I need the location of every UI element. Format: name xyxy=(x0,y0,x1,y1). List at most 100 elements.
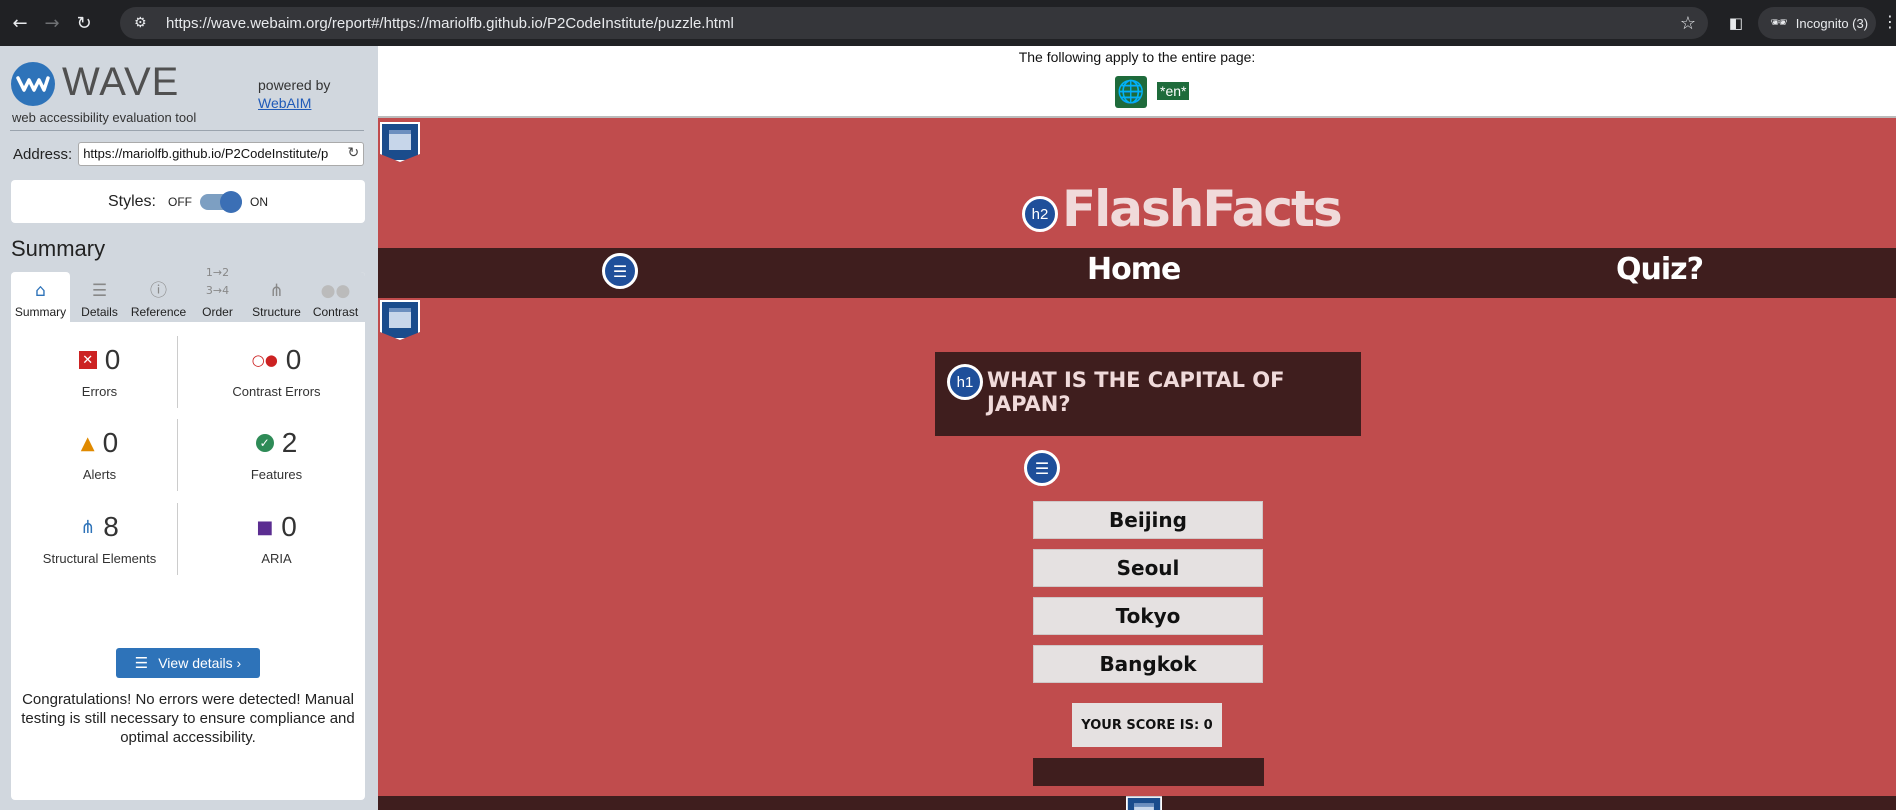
list-icon: ☰ xyxy=(91,281,108,301)
browser-menu-icon[interactable]: ⋮ xyxy=(1882,12,1896,31)
back-icon[interactable]: ← xyxy=(4,7,36,39)
tab-label: Details xyxy=(81,305,118,319)
order-icon: 1→2 3→4 xyxy=(205,266,230,297)
wave-sidebar: WAVE web accessibility evaluation tool p… xyxy=(0,46,378,810)
stat-label: Alerts xyxy=(82,467,117,482)
h1-badge-text: h1 xyxy=(956,373,974,391)
styles-toggle[interactable] xyxy=(200,190,242,213)
styles-label: Styles: xyxy=(107,192,156,210)
contrast-icon: ●● xyxy=(320,281,351,301)
incognito-label: Incognito (3) xyxy=(1795,15,1869,31)
stat-aria[interactable]: ■ 0 ARIA xyxy=(188,509,365,566)
tab-label: Summary xyxy=(14,305,67,319)
view-details-button[interactable]: ☰ View details › xyxy=(116,648,260,678)
summary-panel: ⌂ Summary ☰ Details ⓘ Reference 1→2 3→4 O… xyxy=(11,266,365,800)
styles-toggle-card: Styles: OFF ON xyxy=(11,180,365,223)
view-details-label: View details › xyxy=(158,655,242,671)
answer-button[interactable]: Tokyo xyxy=(1033,597,1263,635)
header-divider xyxy=(10,130,364,131)
nav-quiz-link[interactable]: Quiz? xyxy=(1616,252,1704,287)
address-label: Address: xyxy=(13,145,73,163)
tab-summary[interactable]: ⌂ Summary xyxy=(11,272,70,322)
main-region-icon[interactable] xyxy=(380,300,420,342)
powered-by: powered by WebAIM xyxy=(258,76,330,112)
forward-icon[interactable]: → xyxy=(36,7,68,39)
stat-errors[interactable]: ✕ 0 Errors xyxy=(11,342,188,399)
powered-by-text: powered by xyxy=(258,77,331,93)
structure-icon: ⋔ xyxy=(269,281,284,301)
stat-label: Structural Elements xyxy=(42,551,157,566)
stat-features[interactable]: ✓ 2 Features xyxy=(188,425,365,482)
tab-label: Order xyxy=(202,305,233,319)
tab-reference[interactable]: ⓘ Reference xyxy=(129,272,188,322)
aria-cube-icon: ■ xyxy=(256,516,274,538)
browser-toolbar: ← → ↻ ⚙ https://wave.webaim.org/report#/… xyxy=(0,0,1896,46)
stat-value: 2 xyxy=(281,427,298,458)
wave-logo-text: WAVE xyxy=(62,60,180,104)
side-panel-icon[interactable]: ◧ xyxy=(1724,11,1748,35)
wave-tagline: web accessibility evaluation tool xyxy=(12,110,197,125)
answer-button[interactable]: Beijing xyxy=(1033,501,1263,539)
stat-value: 0 xyxy=(285,344,302,375)
tab-structure[interactable]: ⋔ Structure xyxy=(247,272,306,322)
stat-divider xyxy=(177,503,178,575)
answer-button[interactable]: Seoul xyxy=(1033,549,1263,587)
reload-icon[interactable]: ↻ xyxy=(68,7,100,39)
answer-list-icon[interactable]: ☰ xyxy=(1024,450,1060,486)
result-bar xyxy=(1033,758,1264,786)
stat-contrast-errors[interactable]: ○● 0 Contrast Errors xyxy=(188,342,365,399)
tab-order[interactable]: 1→2 3→4 Order xyxy=(188,266,247,322)
nav-list-icon[interactable]: ☰ xyxy=(602,253,638,289)
address-input[interactable]: https://mariolfb.github.io/P2CodeInstitu… xyxy=(78,142,365,166)
incognito-button[interactable]: 🕶 Incognito (3) xyxy=(1758,7,1876,39)
answer-button[interactable]: Bangkok xyxy=(1033,645,1263,683)
styles-off-label: OFF xyxy=(168,194,192,209)
alert-icon: ▲ xyxy=(80,432,95,454)
home-icon: ⌂ xyxy=(35,281,46,301)
language-tag[interactable]: *en* xyxy=(1157,82,1190,100)
wave-header: WAVE web accessibility evaluation tool p… xyxy=(0,46,378,130)
tab-details[interactable]: ☰ Details xyxy=(70,272,129,322)
webaim-link[interactable]: WebAIM xyxy=(258,95,311,111)
page-notice: The following apply to the entire page: … xyxy=(378,46,1896,118)
stat-divider xyxy=(177,419,178,491)
h2-heading-icon[interactable]: h2 xyxy=(1022,196,1058,232)
stat-value: 0 xyxy=(102,427,119,458)
navbar: ☰ Home Quiz? xyxy=(378,248,1896,298)
language-globe-icon[interactable]: 🌐 xyxy=(1115,76,1147,108)
list-icon: ☰ xyxy=(134,654,149,672)
nav-home-link[interactable]: Home xyxy=(1087,252,1181,287)
address-bar[interactable]: ⚙ https://wave.webaim.org/report#/https:… xyxy=(120,7,1708,39)
tab-contrast[interactable]: ●● Contrast xyxy=(306,272,365,322)
toggle-knob xyxy=(220,190,242,213)
stat-label: Errors xyxy=(81,384,118,399)
bookmark-star-icon[interactable]: ☆ xyxy=(1680,13,1696,34)
wave-tabs: ⌂ Summary ☰ Details ⓘ Reference 1→2 3→4 O… xyxy=(11,266,365,322)
question-text: WHAT IS THE CAPITAL OF JAPAN? xyxy=(987,368,1285,416)
address-bar-url[interactable]: https://wave.webaim.org/report#/https://… xyxy=(166,15,734,32)
stat-label: ARIA xyxy=(261,551,292,566)
refresh-icon[interactable]: ↻ xyxy=(347,145,359,161)
incognito-icon: 🕶 xyxy=(1770,15,1788,31)
congrats-message: Congratulations! No errors were detected… xyxy=(21,691,355,746)
page-footer xyxy=(378,796,1896,810)
site-settings-icon[interactable]: ⚙ xyxy=(134,15,154,31)
evaluated-page: The following apply to the entire page: … xyxy=(378,46,1896,810)
feature-check-icon: ✓ xyxy=(255,434,274,452)
h1-heading-icon[interactable]: h1 xyxy=(947,364,983,400)
info-icon: ⓘ xyxy=(150,281,167,301)
address-row: Address: https://mariolfb.github.io/P2Co… xyxy=(13,142,365,166)
address-value: https://mariolfb.github.io/P2CodeInstitu… xyxy=(83,146,329,161)
tab-label: Reference xyxy=(130,305,187,319)
question-box: h1 WHAT IS THE CAPITAL OF JAPAN? xyxy=(935,352,1361,436)
stat-value: 0 xyxy=(104,344,121,375)
header-region-icon[interactable] xyxy=(380,122,420,164)
wave-logo-icon xyxy=(11,62,55,106)
stat-alerts[interactable]: ▲ 0 Alerts xyxy=(11,425,188,482)
stat-label: Features xyxy=(250,467,303,482)
stat-value: 0 xyxy=(281,511,297,542)
tab-label: Structure xyxy=(252,305,301,319)
h2-badge-text: h2 xyxy=(1031,205,1049,223)
footer-region-icon[interactable] xyxy=(1126,796,1162,810)
stat-structural[interactable]: ⋔ 8 Structural Elements xyxy=(11,509,188,566)
